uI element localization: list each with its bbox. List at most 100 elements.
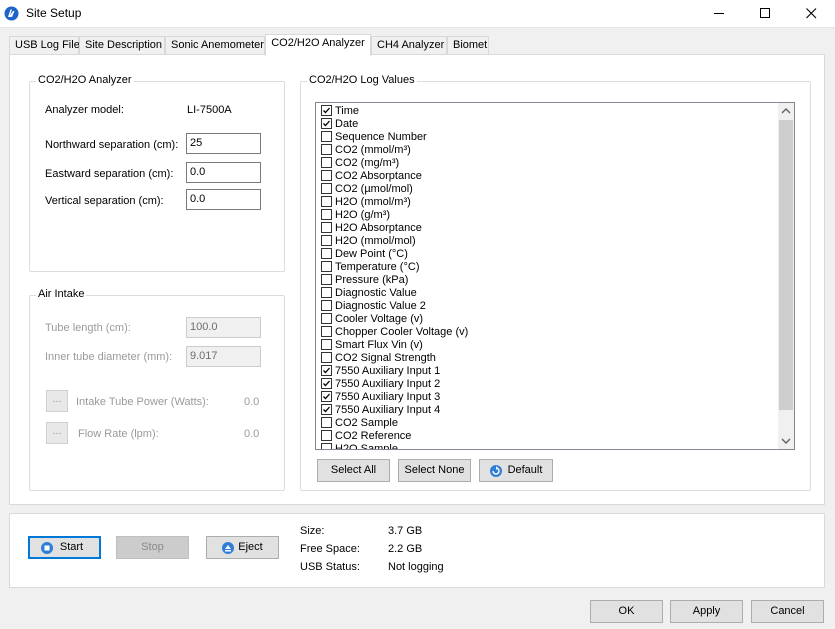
- intake-tube-power-label: Intake Tube Power (Watts):: [76, 396, 209, 408]
- checkmark-icon: [323, 120, 330, 127]
- log-value-label: H2O Absorptance: [335, 222, 422, 234]
- window-title: Site Setup: [26, 6, 82, 20]
- northward-separation-label: Northward separation (cm):: [45, 139, 179, 151]
- log-value-checkbox[interactable]: [321, 118, 332, 129]
- cancel-button[interactable]: Cancel: [751, 600, 824, 623]
- select-all-button[interactable]: Select All: [317, 459, 390, 482]
- tab-ch4-analyzer[interactable]: CH4 Analyzer: [371, 36, 447, 55]
- log-value-label: Date: [335, 118, 359, 130]
- inner-tube-diameter-input[interactable]: 9.017: [186, 346, 261, 367]
- start-button[interactable]: Start: [28, 536, 101, 559]
- log-value-checkbox[interactable]: [321, 300, 332, 311]
- log-value-checkbox[interactable]: [321, 131, 332, 142]
- vertical-separation-input[interactable]: 0.0: [186, 189, 261, 210]
- log-value-checkbox[interactable]: [321, 248, 332, 259]
- log-value-label: Dew Point (°C): [335, 248, 408, 260]
- minimize-icon: [714, 13, 724, 14]
- tab-co2-h2o-analyzer[interactable]: CO2/H2O Analyzer: [265, 34, 371, 56]
- log-value-checkbox[interactable]: [321, 183, 332, 194]
- log-value-label: CO2 Signal Strength: [335, 352, 436, 364]
- analyzer-group: CO2/H2O Analyzer Analyzer model: LI-7500…: [29, 74, 285, 272]
- log-value-label: CO2 Sample: [335, 417, 398, 429]
- log-value-checkbox[interactable]: [321, 404, 332, 415]
- tab-panel: CO2/H2O Analyzer Analyzer model: LI-7500…: [9, 54, 825, 505]
- log-value-label: Sequence Number: [335, 131, 427, 143]
- inner-tube-diameter-label: Inner tube diameter (mm):: [45, 351, 173, 363]
- log-value-checkbox[interactable]: [321, 391, 332, 402]
- size-label: Size:: [300, 525, 325, 537]
- log-value-checkbox[interactable]: [321, 209, 332, 220]
- app-logo-icon: [4, 6, 19, 21]
- scroll-down-button[interactable]: [778, 432, 794, 449]
- log-value-checkbox[interactable]: [321, 287, 332, 298]
- log-value-label: H2O (mmol/m³): [335, 196, 411, 208]
- log-value-checkbox[interactable]: [321, 352, 332, 363]
- log-value-label: H2O Sample: [335, 443, 398, 450]
- intake-tube-power-value: 0.0: [244, 396, 260, 408]
- log-value-checkbox[interactable]: [321, 144, 332, 155]
- checkmark-icon: [323, 380, 330, 387]
- analyzer-model-value: LI-7500A: [187, 104, 232, 116]
- default-button[interactable]: Default: [479, 459, 553, 482]
- tube-length-input[interactable]: 100.0: [186, 317, 261, 338]
- intake-tube-power-button[interactable]: ...: [46, 390, 68, 412]
- eject-button[interactable]: Eject: [206, 536, 279, 559]
- close-button[interactable]: [789, 0, 835, 28]
- default-reset-icon: [490, 465, 502, 477]
- log-value-checkbox[interactable]: [321, 170, 332, 181]
- usb-status-label: USB Status:: [300, 561, 360, 573]
- scroll-thumb[interactable]: [779, 120, 793, 410]
- log-value-label: Smart Flux Vin (v): [335, 339, 423, 351]
- tab-sonic-anemometer[interactable]: Sonic Anemometer: [165, 36, 265, 55]
- ok-button[interactable]: OK: [590, 600, 663, 623]
- log-value-checkbox[interactable]: [321, 378, 332, 389]
- maximize-button[interactable]: [743, 0, 789, 28]
- tab-site-description[interactable]: Site Description: [79, 36, 165, 55]
- eastward-separation-input[interactable]: 0.0: [186, 162, 261, 183]
- log-value-checkbox[interactable]: [321, 443, 332, 449]
- flow-rate-label: Flow Rate (lpm):: [78, 428, 159, 440]
- checkmark-icon: [323, 367, 330, 374]
- tab-usb-log-file[interactable]: USB Log File: [9, 36, 80, 55]
- log-value-checkbox[interactable]: [321, 235, 332, 246]
- log-value-label: CO2 (mmol/m³): [335, 144, 411, 156]
- log-value-label: CO2 (µmol/mol): [335, 183, 413, 195]
- northward-separation-input[interactable]: 25: [186, 133, 261, 154]
- chevron-up-icon: [781, 108, 791, 114]
- eastward-separation-label: Eastward separation (cm):: [45, 168, 174, 180]
- scroll-up-button[interactable]: [778, 103, 794, 120]
- log-value-label: H2O (mmol/mol): [335, 235, 416, 247]
- log-value-checkbox[interactable]: [321, 261, 332, 272]
- log-value-label: CO2 Reference: [335, 430, 412, 442]
- log-value-checkbox[interactable]: [321, 196, 332, 207]
- usb-status-value: Not logging: [388, 561, 444, 573]
- flow-rate-button[interactable]: ...: [46, 422, 68, 444]
- analyzer-group-title: CO2/H2O Analyzer: [36, 74, 134, 86]
- tab-biomet[interactable]: Biomet: [447, 36, 489, 55]
- log-value-label: CO2 (mg/m³): [335, 157, 400, 169]
- log-value-checkbox[interactable]: [321, 339, 332, 350]
- log-value-checkbox[interactable]: [321, 157, 332, 168]
- log-values-scrollbar[interactable]: [778, 103, 794, 449]
- log-values-group-title: CO2/H2O Log Values: [307, 74, 417, 86]
- log-value-checkbox[interactable]: [321, 430, 332, 441]
- log-value-label: Temperature (°C): [335, 261, 420, 273]
- log-value-label: 7550 Auxiliary Input 4: [335, 404, 441, 416]
- log-value-checkbox[interactable]: [321, 326, 332, 337]
- log-value-checkbox[interactable]: [321, 417, 332, 428]
- usb-status-panel: Start Stop Eject Size: 3.7 GB Free Space…: [9, 513, 825, 588]
- minimize-button[interactable]: [697, 0, 743, 28]
- log-value-checkbox[interactable]: [321, 105, 332, 116]
- select-none-button[interactable]: Select None: [398, 459, 471, 482]
- checkmark-icon: [323, 107, 330, 114]
- log-value-checkbox[interactable]: [321, 222, 332, 233]
- flow-rate-value: 0.0: [244, 428, 260, 440]
- apply-button[interactable]: Apply: [670, 600, 743, 623]
- log-value-label: Chopper Cooler Voltage (v): [335, 326, 469, 338]
- log-value-label: Cooler Voltage (v): [335, 313, 424, 325]
- log-value-checkbox[interactable]: [321, 365, 332, 376]
- stop-button[interactable]: Stop: [116, 536, 189, 559]
- log-values-list[interactable]: Time Date Sequence Number CO2 (mmol/m³) CO2 …: [315, 102, 795, 450]
- log-value-checkbox[interactable]: [321, 274, 332, 285]
- log-value-checkbox[interactable]: [321, 313, 332, 324]
